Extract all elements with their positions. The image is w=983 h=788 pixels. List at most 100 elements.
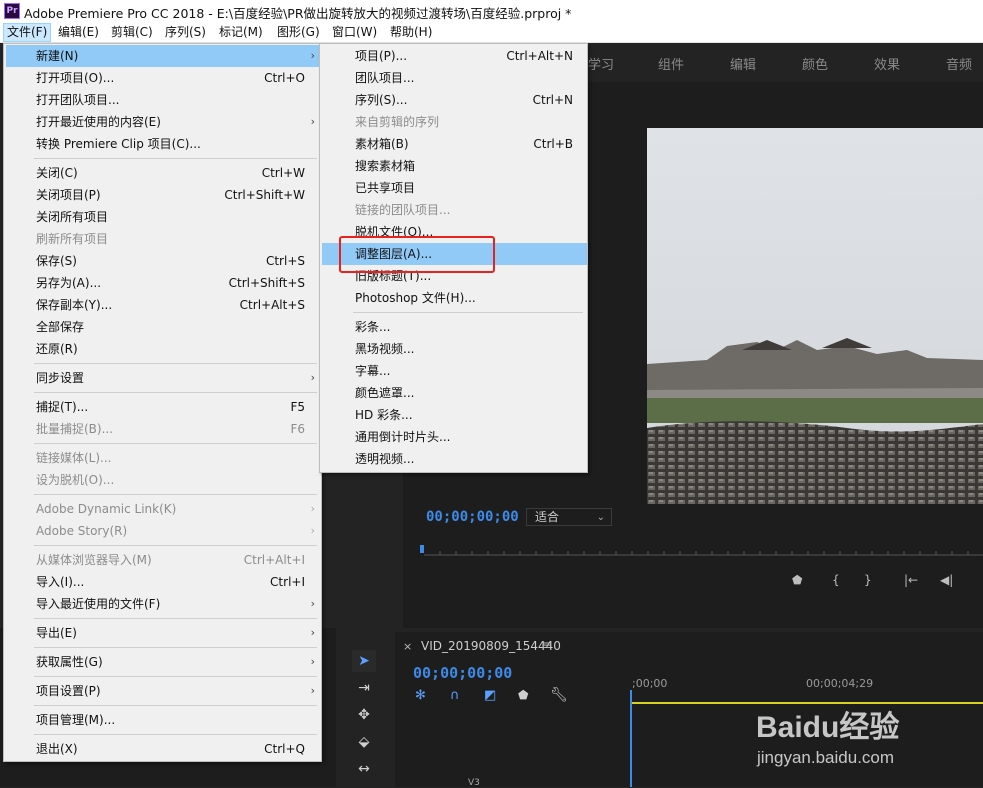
menu-item-import[interactable]: 导入(I)... Ctrl+I: [6, 571, 319, 593]
menu-help[interactable]: 帮助(H): [387, 24, 435, 41]
menu-item-close-all[interactable]: 关闭所有项目: [6, 206, 319, 228]
workspace-tab[interactable]: 效果: [874, 54, 900, 73]
menu-item-project-manager[interactable]: 项目管理(M)...: [6, 709, 319, 731]
linked-selection-icon[interactable]: ∩: [450, 688, 460, 703]
submenu-item-project[interactable]: 项目(P)... Ctrl+Alt+N: [322, 45, 587, 67]
snap-icon[interactable]: ✻: [415, 688, 426, 703]
video-frame-image: [647, 128, 983, 504]
menu-item-open-team-project[interactable]: 打开团队项目...: [6, 89, 319, 111]
menu-item-save-copy[interactable]: 保存副本(Y)... Ctrl+Alt+S: [6, 294, 319, 316]
menu-item-export[interactable]: 导出(E) ›: [6, 622, 319, 644]
menu-marker[interactable]: 标记(M): [216, 24, 266, 41]
menu-item-project-settings[interactable]: 项目设置(P) ›: [6, 680, 319, 702]
chevron-right-icon: ›: [310, 626, 315, 639]
menu-item-open-project[interactable]: 打开项目(O)... Ctrl+O: [6, 67, 319, 89]
menu-file[interactable]: 文件(F): [3, 23, 52, 42]
chevron-right-icon: ›: [310, 597, 315, 610]
chevron-right-icon: ›: [310, 371, 315, 384]
submenu-item-bin[interactable]: 素材箱(B) Ctrl+B: [322, 133, 587, 155]
submenu-item-shared-project[interactable]: 已共享项目: [322, 177, 587, 199]
workspace-tab[interactable]: 颜色: [802, 54, 828, 73]
sequence-tab[interactable]: VID_20190809_154440: [421, 639, 561, 653]
workspace-tab[interactable]: 组件: [658, 54, 684, 73]
timeline-timecode[interactable]: 00;00;00;00: [413, 664, 512, 682]
menu-separator: [34, 443, 317, 444]
menu-item-import-recent[interactable]: 导入最近使用的文件(F) ›: [6, 593, 319, 615]
menu-item-capture[interactable]: 捕捉(T)... F5: [6, 396, 319, 418]
submenu-item-team-project[interactable]: 团队项目...: [322, 67, 587, 89]
menu-item-convert-clip[interactable]: 转换 Premiere Clip 项目(C)...: [6, 133, 319, 155]
program-timecode[interactable]: 00;00;00;00: [426, 509, 519, 525]
nest-icon[interactable]: ◩: [484, 688, 496, 703]
menu-window[interactable]: 窗口(W): [329, 24, 380, 41]
workspace-tab[interactable]: 学习: [588, 54, 614, 73]
zoom-fit-select[interactable]: 适合 ⌄: [526, 508, 612, 526]
fit-select-value: 适合: [535, 510, 560, 524]
menu-item-import-from-browser: 从媒体浏览器导入(M) Ctrl+Alt+I: [36, 553, 305, 567]
menu-item-exit[interactable]: 退出(X) Ctrl+Q: [6, 738, 319, 760]
ripple-edit-tool-icon[interactable]: ✥: [352, 704, 376, 726]
menu-separator: [34, 676, 317, 677]
go-to-in-icon[interactable]: |←: [904, 573, 918, 587]
timeline-ruler-mark: 00;00;04;29: [806, 677, 874, 690]
premiere-app-icon: Pr: [4, 3, 20, 19]
menu-item-close[interactable]: 关闭(C) Ctrl+W: [6, 162, 319, 184]
submenu-item-countdown-leader[interactable]: 通用倒计时片头...: [322, 426, 587, 448]
add-marker-icon[interactable]: ⬟: [792, 573, 802, 587]
submenu-item-photoshop-file[interactable]: Photoshop 文件(H)...: [322, 287, 587, 309]
menu-separator: [34, 392, 317, 393]
submenu-item-search-bin[interactable]: 搜索素材箱: [322, 155, 587, 177]
chevron-right-icon: ›: [310, 684, 315, 697]
menu-item-save-as[interactable]: 另存为(A)... Ctrl+Shift+S: [6, 272, 319, 294]
menu-separator: [34, 494, 317, 495]
submenu-item-black-video[interactable]: 黑场视频...: [322, 338, 587, 360]
watermark-logo: Baidu经验: [756, 711, 900, 744]
slip-tool-icon[interactable]: ↔: [352, 758, 376, 780]
menu-item-open-recent[interactable]: 打开最近使用的内容(E) ›: [6, 111, 319, 133]
submenu-item-sequence[interactable]: 序列(S)... Ctrl+N: [322, 89, 587, 111]
video-preview-frame: [647, 128, 983, 504]
menu-item-revert[interactable]: 还原(R): [6, 338, 319, 360]
submenu-item-transparent-video[interactable]: 透明视频...: [322, 448, 587, 470]
workspace-tab[interactable]: 音频: [946, 54, 972, 73]
chevron-right-icon: ›: [310, 655, 315, 668]
menu-separator: [34, 705, 317, 706]
panel-menu-icon[interactable]: ≡: [541, 638, 551, 652]
wrench-icon[interactable]: 🔧︎: [550, 687, 568, 703]
close-icon[interactable]: ×: [403, 640, 412, 653]
submenu-item-linked-team-project: 链接的团队项目...: [355, 203, 451, 217]
playhead[interactable]: [630, 690, 632, 787]
step-back-icon[interactable]: ◀|: [940, 573, 953, 587]
menu-graphics[interactable]: 图形(G): [274, 24, 323, 41]
chevron-down-icon: ⌄: [596, 512, 605, 523]
menu-item-close-project[interactable]: 关闭项目(P) Ctrl+Shift+W: [6, 184, 319, 206]
menu-item-dynamic-link: Adobe Dynamic Link(K) ›: [6, 498, 319, 520]
menu-item-save-all[interactable]: 全部保存: [6, 316, 319, 338]
watermark-url: jingyan.baidu.com: [757, 748, 895, 767]
file-menu-dropdown: 新建(N) › 打开项目(O)... Ctrl+O 打开团队项目... 打开最近使用…: [3, 43, 322, 762]
submenu-item-captions[interactable]: 字幕...: [322, 360, 587, 382]
workspace-tab[interactable]: 编辑: [730, 54, 756, 73]
menu-item-get-properties[interactable]: 获取属性(G) ›: [6, 651, 319, 673]
mark-out-icon[interactable]: }: [864, 573, 872, 587]
submenu-item-bars-tone[interactable]: 彩条...: [322, 316, 587, 338]
track-select-tool-icon[interactable]: ⇥: [352, 677, 376, 699]
chevron-right-icon: ›: [310, 115, 315, 128]
menu-item-new[interactable]: 新建(N) ›: [6, 45, 319, 67]
monitor-time-ruler[interactable]: [420, 545, 983, 557]
window-title: Adobe Premiere Pro CC 2018 - E:\百度经验\PR做…: [24, 6, 572, 21]
menu-separator: [34, 158, 317, 159]
workspace-tabs-bar: 学习 组件 编辑 颜色 效果 音频: [588, 42, 983, 82]
selection-tool-icon[interactable]: ➤: [352, 650, 376, 672]
menu-clip[interactable]: 剪辑(C): [108, 24, 156, 41]
menu-item-sync-settings[interactable]: 同步设置 ›: [6, 367, 319, 389]
mark-in-icon[interactable]: {: [832, 573, 840, 587]
submenu-item-hd-bars[interactable]: HD 彩条...: [322, 404, 587, 426]
add-marker-icon[interactable]: ⬟: [518, 688, 528, 702]
menu-sequence[interactable]: 序列(S): [162, 24, 209, 41]
menu-item-save[interactable]: 保存(S) Ctrl+S: [6, 250, 319, 272]
razor-tool-icon[interactable]: ⬙: [352, 731, 376, 753]
submenu-item-color-matte[interactable]: 颜色遮罩...: [322, 382, 587, 404]
menu-edit[interactable]: 编辑(E): [55, 24, 102, 41]
chevron-right-icon: ›: [310, 524, 315, 537]
